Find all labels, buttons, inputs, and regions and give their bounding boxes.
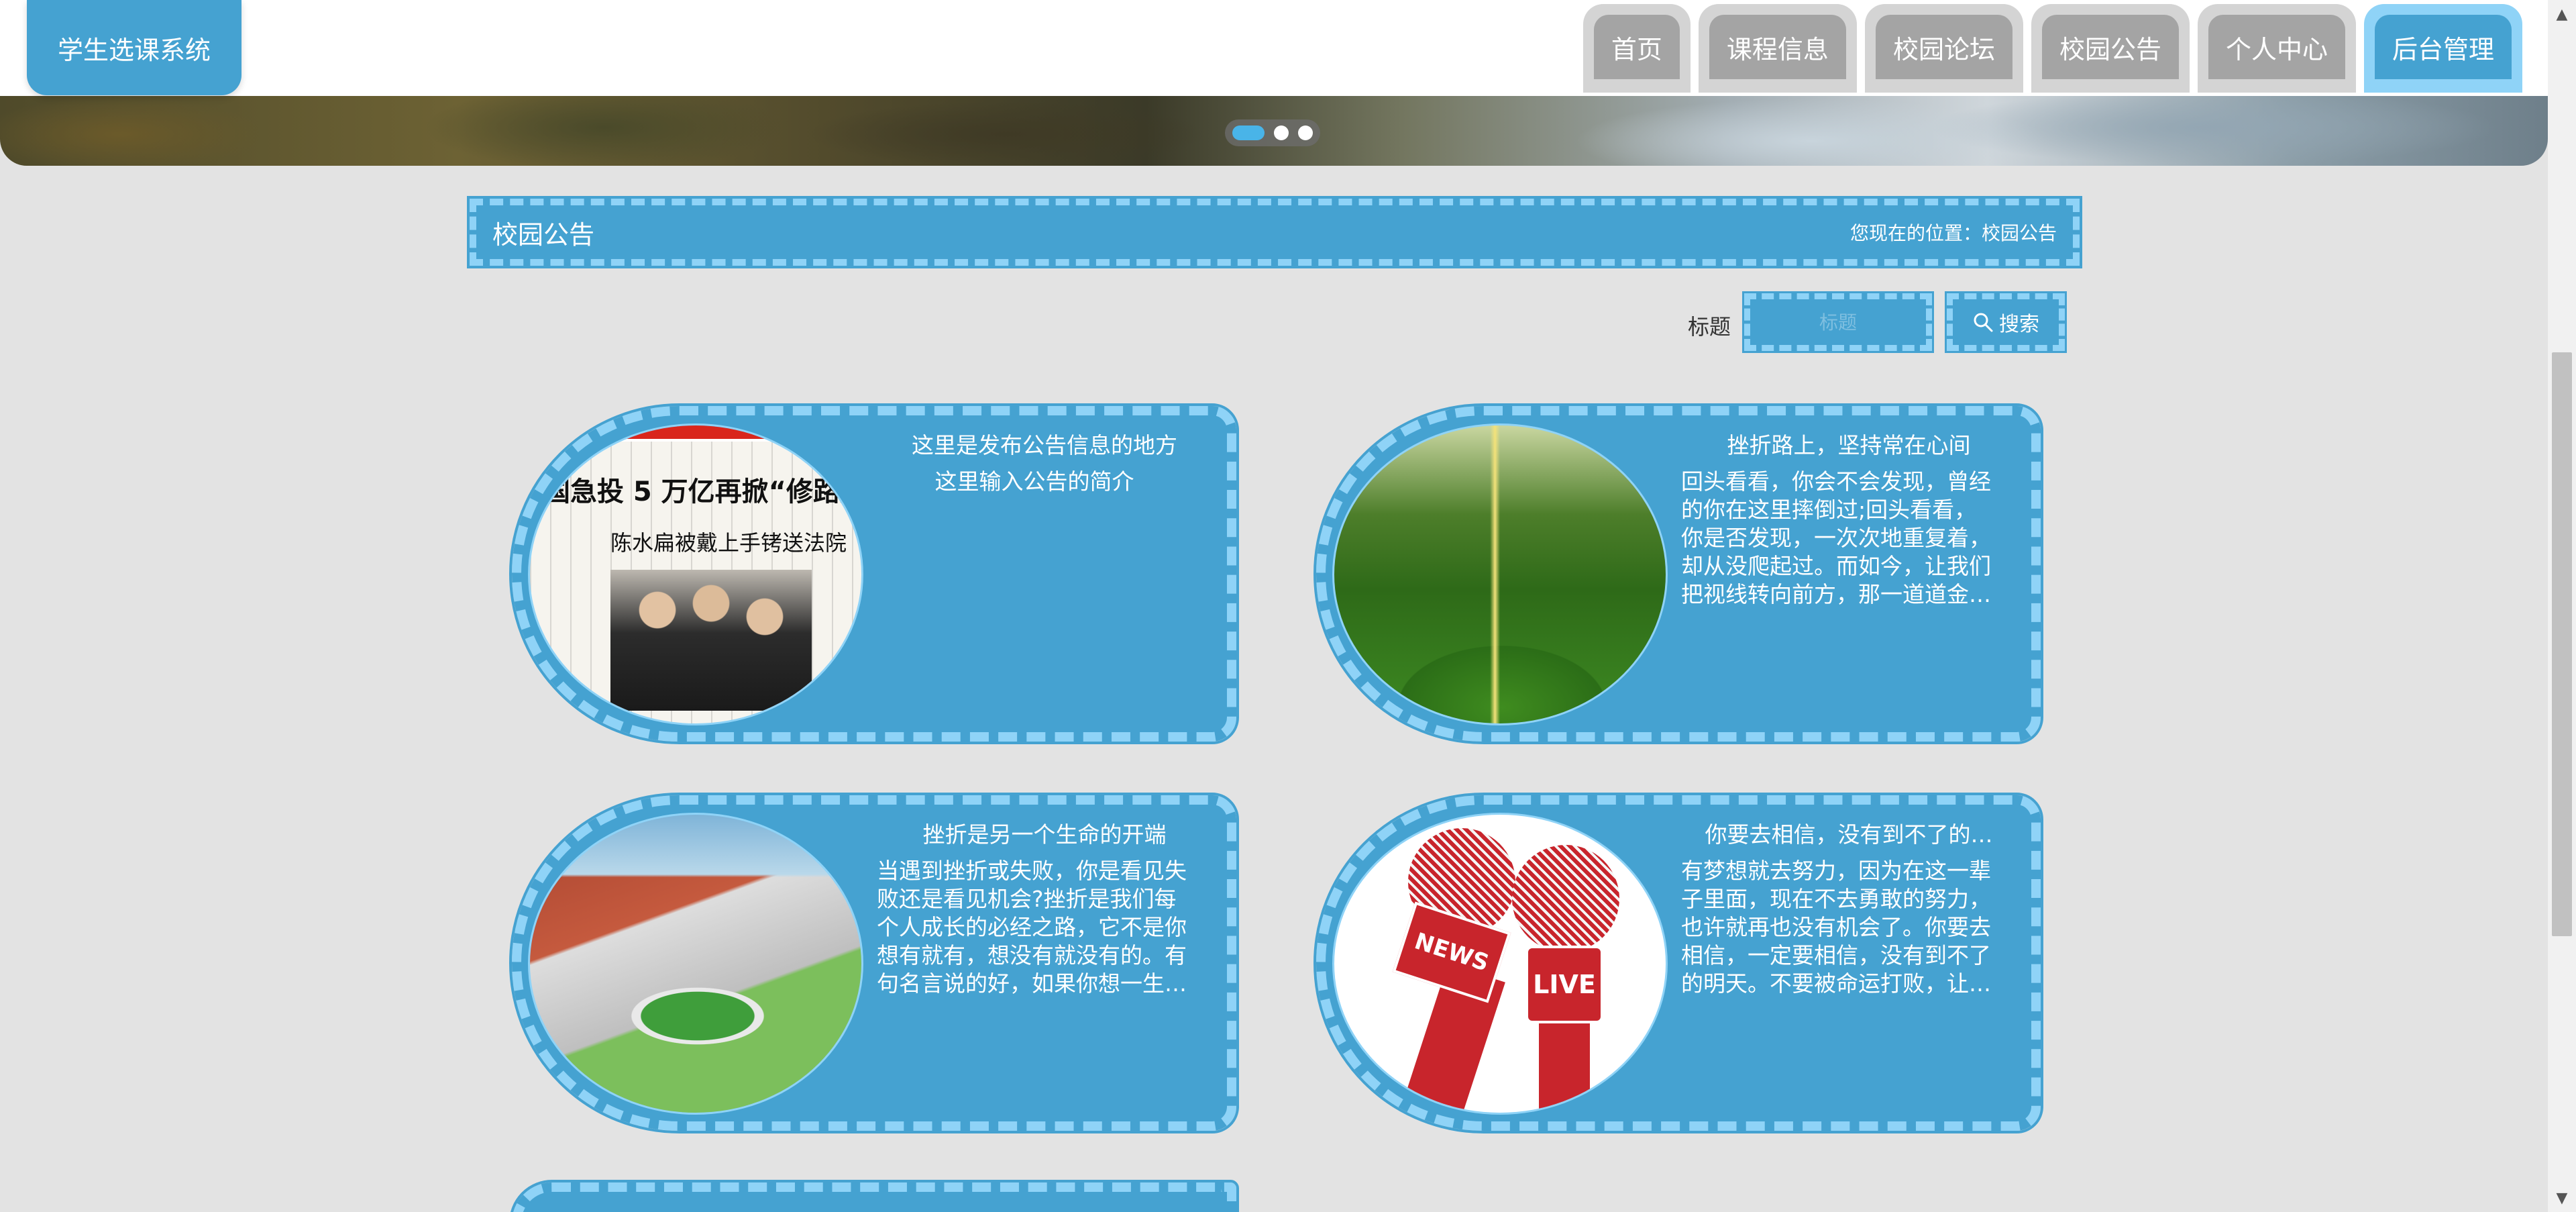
site-logo[interactable]: 学生选课系统 <box>27 0 241 95</box>
section-title-bar: 校园公告 您现在的位置：校园公告 <box>467 196 2082 268</box>
nav-home-label[interactable]: 首页 <box>1593 15 1680 79</box>
newspaper-photo <box>610 570 812 711</box>
nav-courses-label[interactable]: 课程信息 <box>1709 15 1846 79</box>
nav-home[interactable]: 首页 <box>1582 4 1690 93</box>
campus-image[interactable] <box>528 813 863 1115</box>
live-mic-head <box>1512 845 1619 952</box>
nav-profile[interactable]: 个人中心 <box>2197 4 2356 93</box>
search-icon <box>1974 313 1993 332</box>
announcement-card[interactable]: NEWS LIVE 你要去相信，没有到不了的… 有梦想就去努力，因为在这一辈子里… <box>1313 793 2043 1133</box>
search-label: 标题 <box>1688 314 1731 340</box>
announcement-title[interactable]: 你要去相信，没有到不了的… <box>1681 817 2017 849</box>
announcement-card[interactable]: 国急投 5 万亿再掀“修路热 陈水扁被戴上手铐送法院 这里是发布公告信息的地方 … <box>509 403 1239 744</box>
scrollbar-thumb[interactable] <box>2552 352 2572 936</box>
title-search-input[interactable] <box>1742 291 1934 353</box>
newspaper-subhead: 陈水扁被戴上手铐送法院 <box>610 530 847 556</box>
nav-announcements[interactable]: 校园公告 <box>2031 4 2190 93</box>
newspaper-image[interactable]: 国急投 5 万亿再掀“修路热 陈水扁被戴上手铐送法院 <box>528 423 863 725</box>
live-mic-handle <box>1539 1023 1590 1113</box>
nav-admin-label[interactable]: 后台管理 <box>2374 15 2512 79</box>
carousel-indicators[interactable] <box>1225 119 1320 146</box>
carousel-dot-3[interactable] <box>1298 125 1313 140</box>
nav-profile-label[interactable]: 个人中心 <box>2208 15 2345 79</box>
announcement-summary: 回头看看，你会不会发现，曾经的你在这里摔倒过;回头看看，你是否发现，一次次地重复… <box>1681 468 1991 607</box>
main-nav: 首页 课程信息 校园论坛 校园公告 个人中心 后台管理 <box>1582 4 2522 93</box>
announcement-summary: 这里输入公告的简介 <box>934 468 1134 495</box>
nav-admin[interactable]: 后台管理 <box>2363 4 2522 93</box>
scroll-down-arrow-icon[interactable]: ▼ <box>2548 1184 2576 1212</box>
search-button-label: 搜索 <box>1999 313 2039 336</box>
scroll-up-arrow-icon[interactable]: ▲ <box>2548 0 2576 28</box>
carousel-dot-2[interactable] <box>1274 125 1289 140</box>
announcement-summary: 有梦想就去努力，因为在这一辈子里面，现在不去勇敢的努力，也许就再也没有机会了。你… <box>1681 858 1991 997</box>
page-scrollbar[interactable]: ▲ ▼ <box>2548 0 2576 1212</box>
nav-forum-label[interactable]: 校园论坛 <box>1875 15 2012 79</box>
nav-courses[interactable]: 课程信息 <box>1698 4 1857 93</box>
announcement-title[interactable]: 这里是发布公告信息的地方 <box>877 427 1212 460</box>
announcement-card[interactable]: 挫折路上，坚持常在心间 回头看看，你会不会发现，曾经的你在这里摔倒过;回头看看，… <box>1313 403 2043 744</box>
live-label: LIVE <box>1525 946 1603 1023</box>
announcement-card-partial[interactable] <box>509 1180 1239 1212</box>
nav-announcements-label[interactable]: 校园公告 <box>2041 15 2179 79</box>
announcement-title[interactable]: 挫折是另一个生命的开端 <box>877 817 1212 849</box>
announcement-title[interactable]: 挫折路上，坚持常在心间 <box>1681 427 2017 460</box>
announcement-summary: 当遇到挫折或失败，你是看见失败还是看见机会?挫折是我们每个人成长的必经之路，它不… <box>877 858 1187 997</box>
newspaper-headline: 国急投 5 万亿再掀“修路热 <box>543 476 863 507</box>
carousel-dot-1[interactable] <box>1232 125 1265 140</box>
nav-forum[interactable]: 校园论坛 <box>1864 4 2023 93</box>
page-title: 校园公告 <box>492 219 595 250</box>
road-image[interactable] <box>1332 423 1668 725</box>
search-button[interactable]: 搜索 <box>1945 291 2067 353</box>
microphone-icon[interactable]: NEWS LIVE <box>1332 813 1668 1115</box>
breadcrumb: 您现在的位置：校园公告 <box>1849 222 2057 244</box>
announcement-card[interactable]: 挫折是另一个生命的开端 当遇到挫折或失败，你是看见失败还是看见机会?挫折是我们每… <box>509 793 1239 1133</box>
